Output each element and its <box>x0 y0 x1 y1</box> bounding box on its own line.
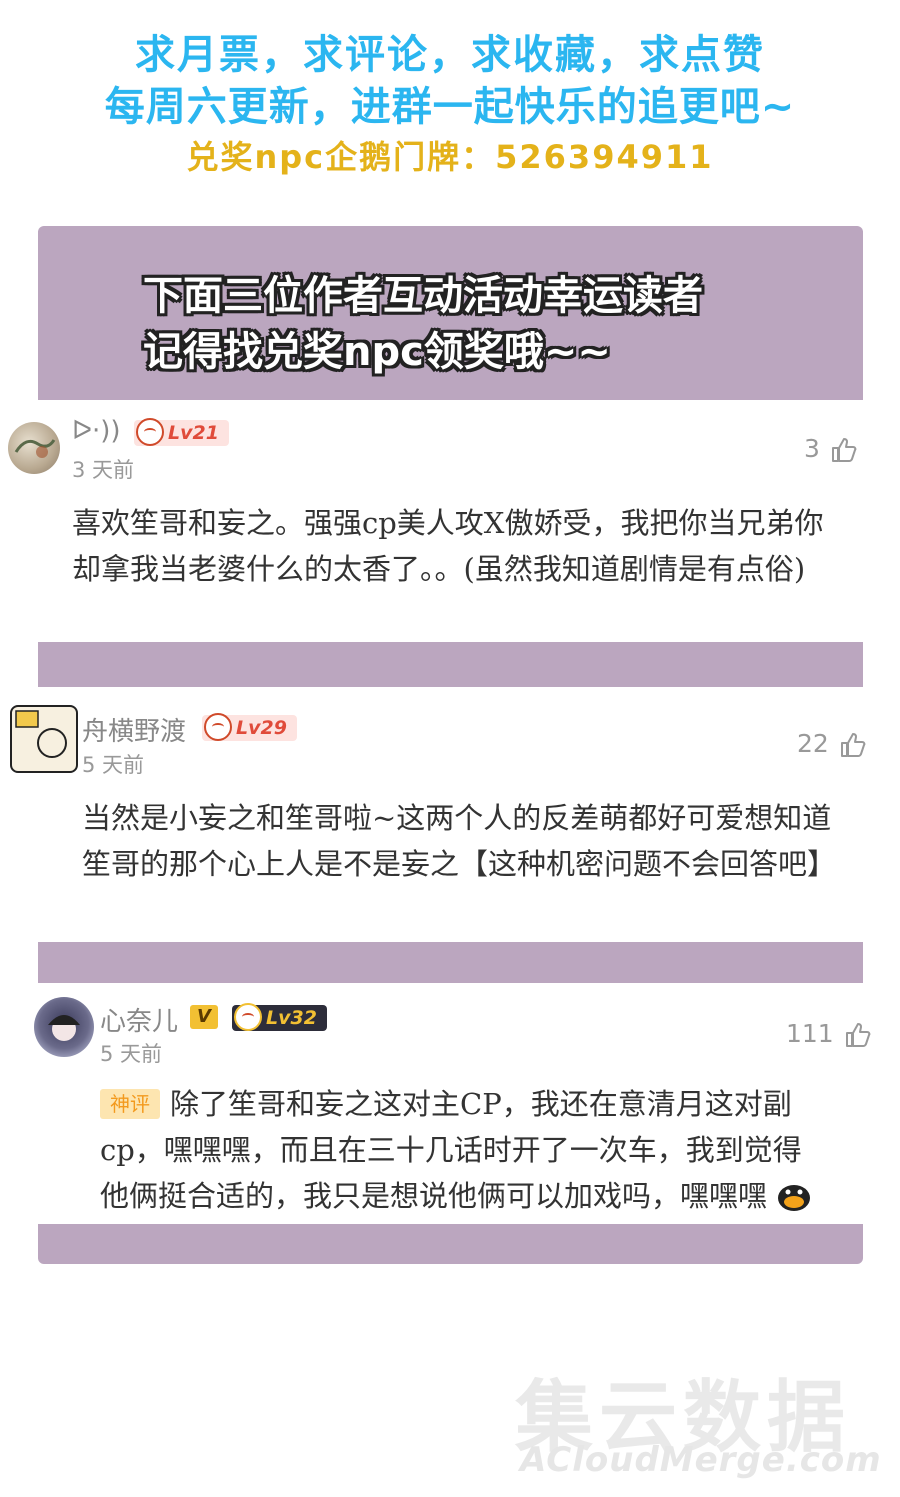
avatar[interactable] <box>8 422 60 474</box>
username[interactable]: 舟横野渡 <box>82 711 186 748</box>
timestamp: 3 天前 <box>72 458 135 482</box>
header-line-1: 求月票，求评论，求收藏，求点赞 <box>135 32 765 78</box>
dragon-icon <box>14 439 56 458</box>
comment-2: 舟横野渡 Lv29 5 天前 22 当然是小妄之和笙哥啦~这两个人的反差萌都好可… <box>0 687 900 942</box>
banner-line-2: 记得找兑奖npc领奖哦~~ <box>143 329 611 375</box>
header-line-3: 兑奖npc企鹅门牌：526394911 <box>186 138 714 176</box>
comment-text: 喜欢笙哥和妄之。强强cp美人攻X傲娇受，我把你当兄弟你却拿我当老婆什么的太香了。… <box>72 506 824 586</box>
level-badge: Lv29 <box>202 713 297 741</box>
timestamp: 5 天前 <box>100 1042 163 1066</box>
featured-comment-tag: 神评 <box>100 1089 160 1119</box>
vip-badge: V <box>190 1005 218 1029</box>
like-count: 111 <box>786 1019 834 1048</box>
comment-text-content: 除了笙哥和妄之这对主CP，我还在意清月这对副cp，嘿嘿嘿，而且在三十几话时开了一… <box>100 1087 802 1213</box>
like-button[interactable]: 3 <box>804 434 858 464</box>
chick-icon <box>204 713 232 741</box>
thumbs-up-icon <box>840 733 866 757</box>
like-count: 3 <box>804 434 820 463</box>
watermark-english: ACloudMerge.com <box>520 1440 882 1480</box>
like-button[interactable]: 22 <box>797 729 867 759</box>
comment-text: 神评 除了笙哥和妄之这对主CP，我还在意清月这对副cp，嘿嘿嘿，而且在三十几话时开… <box>100 1081 830 1219</box>
crown-chick-icon <box>234 1003 262 1031</box>
timestamp: 5 天前 <box>82 753 145 777</box>
level-badge: Lv32 <box>232 1003 327 1031</box>
seal-icon <box>15 710 67 758</box>
thumbs-up-icon <box>845 1023 871 1047</box>
comment-1: ᐅ·)) Lv21 3 天前 3 喜欢笙哥和妄之。强强cp美人攻X傲娇受，我把你… <box>0 400 900 642</box>
anime-girl-icon <box>48 1015 80 1041</box>
banner-line-1: 下面三位作者互动活动幸运读者 <box>143 273 703 319</box>
banner-text: 下面三位作者互动活动幸运读者 记得找兑奖npc领奖哦~~ <box>143 268 703 380</box>
avatar[interactable] <box>10 705 78 773</box>
like-button[interactable]: 111 <box>786 1019 872 1049</box>
separator-band <box>38 1224 863 1264</box>
username[interactable]: 心奈儿 <box>100 1001 178 1038</box>
separator-band <box>38 642 863 687</box>
header-line-2: 每周六更新，进群一起快乐的追更吧~ <box>104 84 796 130</box>
comment-text: 当然是小妄之和笙哥啦~这两个人的反差萌都好可爱想知道笙哥的那个心上人是不是妄之【… <box>82 801 837 881</box>
thumbs-up-icon <box>831 438 857 462</box>
announcement-banner: 下面三位作者互动活动幸运读者 记得找兑奖npc领奖哦~~ <box>38 226 863 400</box>
separator-band <box>38 942 863 983</box>
comment-3: 心奈儿 V Lv32 5 天前 111 神评 除了笙哥和妄之这对主CP，我还在意清… <box>0 983 900 1224</box>
like-count: 22 <box>797 729 829 758</box>
level-badge: Lv21 <box>134 418 229 446</box>
chick-icon <box>136 418 164 446</box>
avatar[interactable] <box>34 997 94 1057</box>
grin-emoji-icon <box>778 1185 811 1211</box>
username[interactable]: ᐅ·)) <box>72 416 121 446</box>
